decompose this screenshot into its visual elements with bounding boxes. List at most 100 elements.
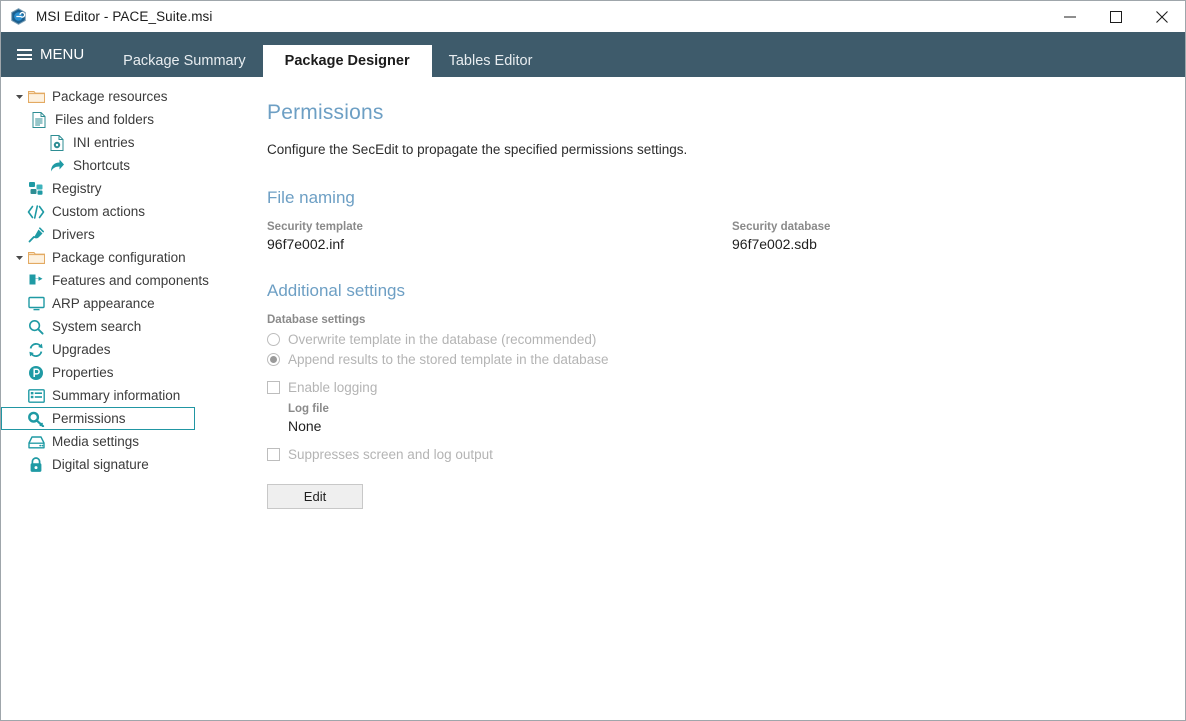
property-icon (27, 364, 45, 382)
sidebar-item-label: Permissions (52, 410, 126, 426)
security-template-field: Security template 96f7e002.inf (267, 221, 732, 252)
sidebar-item-permissions[interactable]: Permissions (1, 407, 195, 430)
log-file-label: Log file (288, 403, 329, 415)
app-window: MSI Editor - PACE_Suite.msi MENU Package… (0, 0, 1186, 721)
sidebar-item-label: Shortcuts (73, 157, 131, 173)
radio-button-icon[interactable] (267, 332, 280, 346)
checkbox-enable-logging[interactable]: Enable logging (267, 377, 1185, 397)
hamburger-icon (17, 49, 32, 60)
checkbox-icon[interactable] (267, 380, 280, 394)
sidebar-item-label: Custom actions (52, 203, 146, 219)
tab-package-summary[interactable]: Package Summary (106, 45, 263, 77)
sidebar-item-package-configuration[interactable]: Package configuration (1, 246, 231, 269)
page-description: Configure the SecEdit to propagate the s… (267, 142, 688, 157)
registry-icon (27, 180, 45, 198)
folder-icon (27, 249, 45, 267)
radio-button-selected-icon[interactable] (267, 352, 280, 366)
menu-tab-bar: MENU Package Summary Package Designer Ta… (1, 32, 1185, 77)
window-controls (1047, 1, 1185, 32)
sidebar-item-label: System search (52, 318, 142, 334)
monitor-icon (27, 295, 45, 313)
chevron-down-icon[interactable] (11, 92, 27, 101)
page-title: Permissions (267, 101, 384, 124)
security-template-label: Security template (267, 221, 363, 233)
key-icon (27, 410, 45, 428)
sidebar-item-label: Package configuration (52, 249, 186, 265)
checkbox-icon[interactable] (267, 447, 280, 461)
lock-icon (27, 456, 45, 474)
checkbox-suppress-output[interactable]: Suppresses screen and log output (267, 444, 1185, 464)
code-icon (27, 203, 45, 221)
radio-overwrite-template-label: Overwrite template in the database (reco… (288, 331, 597, 347)
log-file-field: Log file None (288, 403, 1185, 434)
tab-strip: Package Summary Package Designer Tables … (106, 32, 549, 77)
sidebar-item-label: Package resources (52, 88, 168, 104)
sidebar-item-properties[interactable]: Properties (1, 361, 231, 384)
log-file-value: None (288, 418, 322, 434)
sidebar-item-arp-appearance[interactable]: ARP appearance (1, 292, 231, 315)
sidebar-item-registry[interactable]: Registry (1, 177, 231, 200)
security-template-value: 96f7e002.inf (267, 236, 345, 252)
sidebar-item-label: Drivers (52, 226, 95, 242)
chevron-down-icon[interactable] (11, 253, 27, 262)
sidebar-item-label: Summary information (52, 387, 181, 403)
sidebar-item-upgrades[interactable]: Upgrades (1, 338, 231, 361)
sidebar-item-system-search[interactable]: System search (1, 315, 231, 338)
sidebar-item-label: INI entries (73, 134, 135, 150)
section-title-file-naming: File naming (267, 188, 355, 207)
radio-append-results-label: Append results to the stored template in… (288, 351, 609, 367)
sidebar-item-label: Files and folders (55, 111, 155, 127)
sidebar-item-label: Properties (52, 364, 114, 380)
file-naming-fields: Security template 96f7e002.inf Security … (267, 221, 1185, 252)
sidebar-item-label: Media settings (52, 433, 140, 449)
sidebar-item-media-settings[interactable]: Media settings (1, 430, 231, 453)
sidebar-item-package-resources[interactable]: Package resources (1, 85, 231, 108)
sidebar-item-label: Upgrades (52, 341, 111, 357)
sidebar-item-label: Registry (52, 180, 102, 196)
folder-icon (27, 88, 45, 106)
minimize-button[interactable] (1047, 1, 1093, 32)
puzzle-icon (27, 272, 45, 290)
checkbox-suppress-output-label: Suppresses screen and log output (288, 446, 493, 462)
refresh-icon (27, 341, 45, 359)
content-panel: Permissions Configure the SecEdit to pro… (231, 77, 1185, 720)
sidebar-item-features-and-components[interactable]: Features and components (1, 269, 231, 292)
main-menu-label: MENU (40, 46, 85, 63)
tab-tables-editor[interactable]: Tables Editor (432, 45, 550, 77)
maximize-button[interactable] (1093, 1, 1139, 32)
security-database-label: Security database (732, 221, 831, 233)
close-button[interactable] (1139, 1, 1185, 32)
body-area: Package resources Files and folders INI … (1, 77, 1185, 720)
sidebar-item-files-and-folders[interactable]: Files and folders (1, 108, 231, 131)
main-menu-button[interactable]: MENU (1, 32, 98, 77)
sidebar-tree: Package resources Files and folders INI … (1, 77, 231, 720)
title-bar-left: MSI Editor - PACE_Suite.msi (1, 8, 213, 25)
shortcut-icon (48, 157, 66, 175)
sidebar-item-label: Digital signature (52, 456, 149, 472)
file-icon (30, 111, 48, 129)
radio-overwrite-template[interactable]: Overwrite template in the database (reco… (267, 329, 1185, 349)
security-database-field: Security database 96f7e002.sdb (732, 221, 830, 252)
window-title: MSI Editor - PACE_Suite.msi (36, 9, 213, 24)
sidebar-item-summary-information[interactable]: Summary information (1, 384, 231, 407)
database-settings-label: Database settings (267, 314, 366, 326)
app-hexagon-icon (10, 8, 27, 25)
security-database-value: 96f7e002.sdb (732, 236, 817, 252)
tab-package-designer[interactable]: Package Designer (262, 45, 432, 77)
title-bar: MSI Editor - PACE_Suite.msi (1, 1, 1185, 32)
edit-button[interactable]: Edit (267, 484, 363, 509)
plug-icon (27, 226, 45, 244)
sidebar-item-shortcuts[interactable]: Shortcuts (1, 154, 231, 177)
sidebar-item-ini-entries[interactable]: INI entries (1, 131, 231, 154)
sidebar-item-drivers[interactable]: Drivers (1, 223, 231, 246)
sidebar-item-label: ARP appearance (52, 295, 155, 311)
sidebar-item-label: Features and components (52, 272, 209, 288)
radio-append-results[interactable]: Append results to the stored template in… (267, 349, 1185, 369)
sidebar-item-digital-signature[interactable]: Digital signature (1, 453, 231, 476)
media-icon (27, 433, 45, 451)
sidebar-item-custom-actions[interactable]: Custom actions (1, 200, 231, 223)
ini-file-icon (48, 134, 66, 152)
list-icon (27, 387, 45, 405)
section-title-additional-settings: Additional settings (267, 281, 405, 300)
